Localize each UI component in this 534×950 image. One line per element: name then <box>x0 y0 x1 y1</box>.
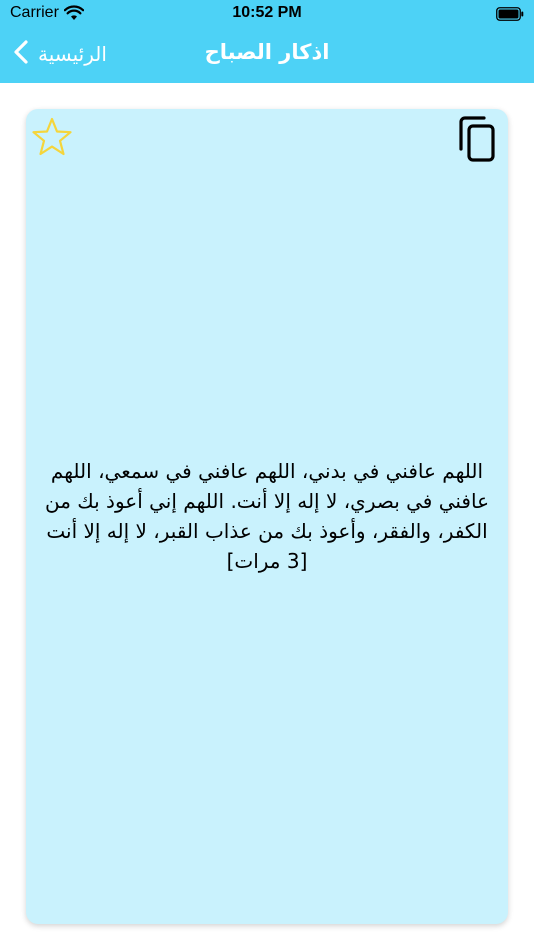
dhikr-text: اللهم عافني في بدني، اللهم عافني في سمعي… <box>44 459 490 573</box>
navigation-bar: الرئيسية اذكار الصباح <box>0 28 534 83</box>
top-bar: Carrier 10:52 PM الرئيسية اذكار الصباح <box>0 0 534 83</box>
status-time: 10:52 PM <box>232 4 302 21</box>
page-title: اذكار الصباح <box>204 40 330 64</box>
favorite-button[interactable] <box>30 115 74 159</box>
status-bar: Carrier 10:52 PM <box>0 0 534 28</box>
copy-button[interactable] <box>458 115 500 163</box>
dhikr-card: اللهم عافني في بدني، اللهم عافني في سمعي… <box>26 109 508 924</box>
star-outline-icon <box>30 117 74 163</box>
battery-full-icon <box>496 6 524 25</box>
copy-icon <box>458 116 500 167</box>
